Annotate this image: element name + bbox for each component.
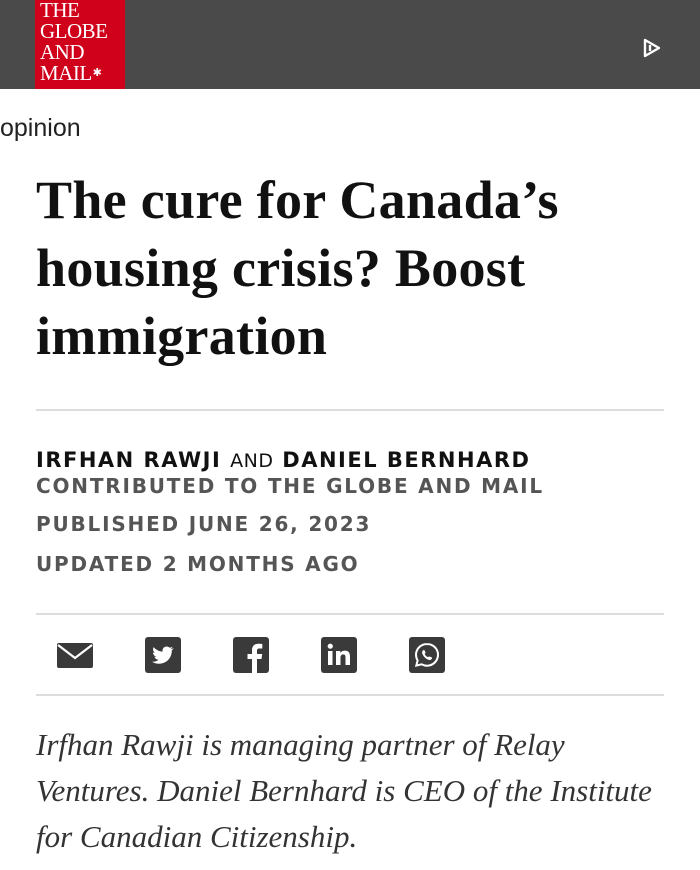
byline-conjunction: AND	[230, 450, 274, 472]
author-daniel-bernhard[interactable]: DANIEL BERNHARD	[282, 448, 530, 472]
logo-line-mail: MAIL	[40, 61, 92, 85]
twitter-icon	[145, 637, 181, 673]
linkedin-icon	[321, 637, 357, 673]
maple-leaf-icon: ✱	[92, 67, 102, 79]
share-facebook-button[interactable]	[233, 637, 269, 673]
logo-line-and: AND	[40, 40, 85, 64]
play-icon[interactable]	[640, 37, 662, 59]
share-linkedin-button[interactable]	[321, 637, 357, 673]
author-bio-intro: Irfhan Rawji is managing partner of Rela…	[36, 727, 652, 854]
updated-date: UPDATED 2 MONTHS AGO	[36, 552, 360, 576]
published-date: PUBLISHED JUNE 26, 2023	[36, 512, 372, 536]
top-bar: THE GLOBE AND MAIL✱	[0, 0, 700, 89]
share-whatsapp-button[interactable]	[409, 637, 445, 673]
email-icon	[57, 643, 93, 668]
byline: IRFHAN RAWJI AND DANIEL BERNHARD	[36, 448, 530, 472]
whatsapp-icon	[409, 637, 445, 673]
section-label[interactable]: opinion	[0, 114, 81, 143]
facebook-icon	[233, 637, 269, 673]
share-twitter-button[interactable]	[145, 637, 181, 673]
globe-and-mail-logo[interactable]: THE GLOBE AND MAIL✱	[35, 0, 125, 89]
logo-line-mail-wrap: MAIL✱	[40, 63, 125, 84]
article-headline: The cure for Canada’s housing crisis? Bo…	[36, 170, 559, 366]
divider	[36, 409, 664, 411]
share-email-button[interactable]	[57, 637, 93, 673]
divider	[36, 613, 664, 615]
logo-line-globe: GLOBE	[40, 19, 108, 43]
divider	[36, 694, 664, 696]
contributed-note: CONTRIBUTED TO THE GLOBE AND MAIL	[36, 474, 544, 498]
logo-line-the: THE	[40, 0, 80, 22]
author-irfhan-rawji[interactable]: IRFHAN RAWJI	[36, 448, 221, 472]
